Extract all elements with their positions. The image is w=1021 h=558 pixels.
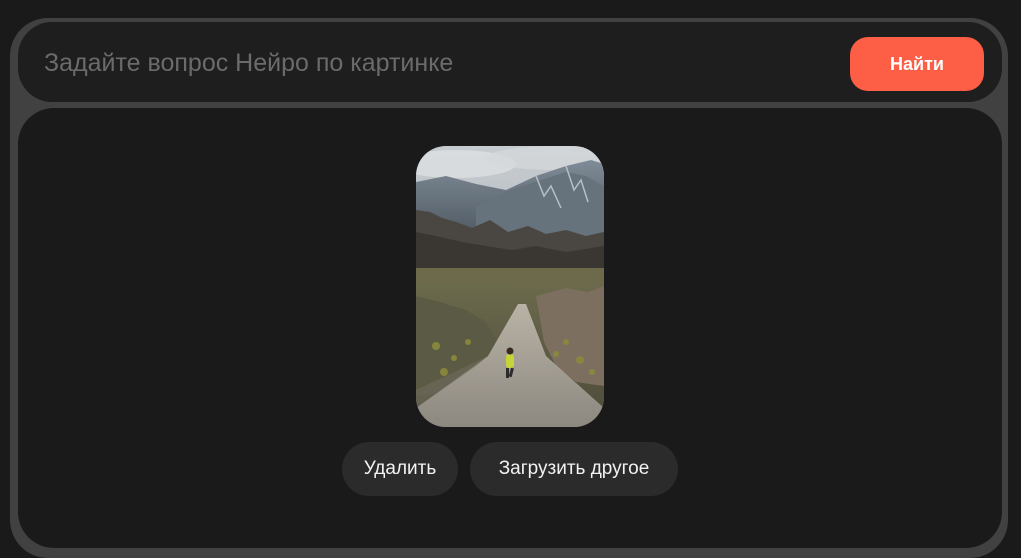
landscape-photo (416, 146, 604, 427)
upload-another-button[interactable]: Загрузить другое (470, 442, 678, 496)
uploaded-image-preview (416, 146, 604, 427)
delete-image-button[interactable]: Удалить (342, 442, 458, 496)
search-input[interactable] (42, 36, 826, 90)
image-panel: Удалить Загрузить другое (18, 108, 1002, 548)
search-bar: Найти (18, 22, 1002, 102)
find-button[interactable]: Найти (850, 37, 984, 91)
image-actions: Удалить Загрузить другое (18, 442, 1002, 496)
